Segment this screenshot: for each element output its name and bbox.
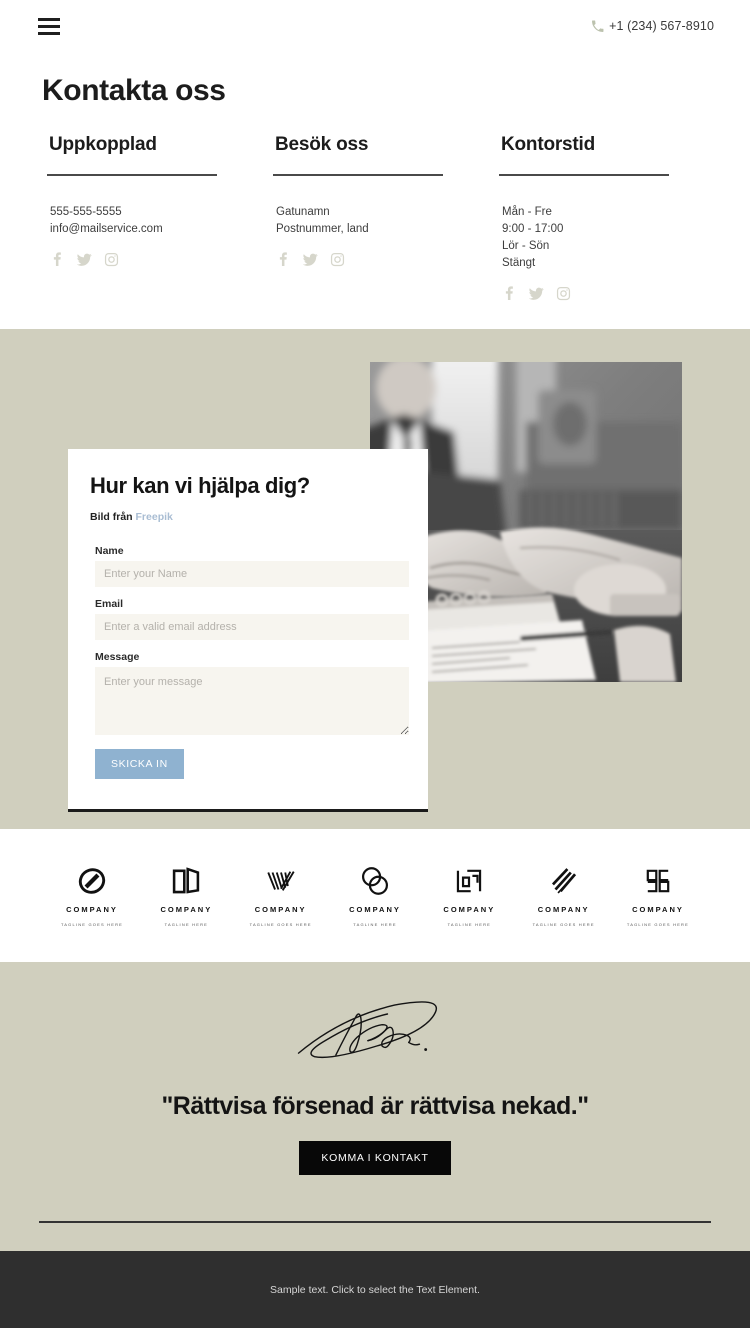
quote-section: "Rättvisa försenad är rättvisa nekad." K… bbox=[0, 962, 750, 1251]
hamburger-bar bbox=[38, 31, 60, 35]
partner-logo-name: COMPANY bbox=[254, 904, 307, 914]
page-title: Kontakta oss bbox=[42, 74, 226, 107]
contact-column-uppkopplad: Uppkopplad 555-555-5555 info@mailservice… bbox=[42, 134, 260, 301]
facebook-icon[interactable] bbox=[502, 286, 517, 301]
partner-logo[interactable]: COMPANY TAGLINE HERE bbox=[339, 864, 411, 928]
blocks-logo-icon bbox=[640, 864, 676, 898]
partner-logo-name: COMPANY bbox=[537, 904, 590, 914]
partner-logo[interactable]: COMPANY TAGLINE GOES HERE bbox=[245, 864, 317, 928]
facebook-icon[interactable] bbox=[50, 252, 65, 267]
column-divider bbox=[499, 174, 669, 176]
twitter-icon[interactable] bbox=[303, 252, 318, 267]
quote-text: "Rättvisa försenad är rättvisa nekad." bbox=[161, 1092, 589, 1120]
image-credit: Bild från Freepik bbox=[90, 511, 406, 523]
social-links bbox=[50, 252, 260, 267]
partner-logo-tagline: TAGLINE HERE bbox=[164, 921, 209, 927]
ring-logo-icon bbox=[74, 864, 110, 898]
contact-cta-button[interactable]: KOMMA I KONTAKT bbox=[299, 1141, 451, 1175]
contact-page: +1 (234) 567-8910 Kontakta oss Uppkoppla… bbox=[0, 0, 750, 1328]
social-links bbox=[502, 286, 712, 301]
partner-logo-tagline: TAGLINE GOES HERE bbox=[532, 921, 595, 927]
partner-logo[interactable]: COMPANY TAGLINE HERE bbox=[433, 864, 505, 928]
contact-column-kontorstid: Kontorstid Mån - Fre 9:00 - 17:00 Lör - … bbox=[494, 134, 712, 301]
email-label: Email bbox=[95, 598, 124, 610]
facebook-icon[interactable] bbox=[276, 252, 291, 267]
twitter-icon[interactable] bbox=[529, 286, 544, 301]
column-title: Besök oss bbox=[275, 134, 369, 155]
instagram-icon[interactable] bbox=[330, 252, 345, 267]
partner-logo[interactable]: COMPANY TAGLINE GOES HERE bbox=[528, 864, 600, 928]
contact-email-text: info@mailservice.com bbox=[50, 223, 163, 235]
email-input[interactable] bbox=[95, 614, 409, 640]
hamburger-bar bbox=[38, 24, 60, 28]
column-lines: 555-555-5555 info@mailservice.com bbox=[50, 204, 260, 238]
slashes-logo-icon bbox=[546, 864, 582, 898]
partner-logo[interactable]: COMPANY TAGLINE GOES HERE bbox=[622, 864, 694, 928]
form-title: Hur kan vi hjälpa dig? bbox=[90, 473, 310, 498]
hours-weekend-label: Lör - Sön bbox=[502, 240, 550, 252]
phone-number: +1 (234) 567-8910 bbox=[609, 19, 714, 33]
partner-logo-name: COMPANY bbox=[160, 904, 213, 914]
hours-weekday-value: 9:00 - 17:00 bbox=[502, 223, 564, 235]
address-postal-text: Postnummer, land bbox=[276, 223, 369, 235]
column-title: Kontorstid bbox=[501, 134, 596, 155]
freepik-link[interactable]: Freepik bbox=[136, 511, 173, 523]
instagram-icon[interactable] bbox=[556, 286, 571, 301]
partner-logo[interactable]: COMPANY TAGLINE GOES HERE bbox=[56, 864, 128, 928]
social-links bbox=[276, 252, 486, 267]
partner-logos-section: COMPANY TAGLINE GOES HERE COMPANY TAGLIN… bbox=[0, 829, 750, 962]
instagram-icon[interactable] bbox=[104, 252, 119, 267]
hours-weekday-label: Mån - Fre bbox=[502, 206, 552, 218]
column-title: Uppkopplad bbox=[49, 134, 157, 155]
contact-form-section: Hur kan vi hjälpa dig? Bild från Freepik… bbox=[0, 329, 750, 829]
column-lines: Gatunamn Postnummer, land bbox=[276, 204, 486, 238]
contact-phone-text: 555-555-5555 bbox=[50, 206, 122, 218]
partner-logo-name: COMPANY bbox=[349, 904, 401, 914]
contact-form-card: Hur kan vi hjälpa dig? Bild från Freepik… bbox=[68, 449, 428, 812]
phone-icon bbox=[591, 20, 604, 33]
partner-logo-name: COMPANY bbox=[66, 904, 118, 914]
phone-link[interactable]: +1 (234) 567-8910 bbox=[591, 19, 714, 33]
squares-logo-icon bbox=[451, 864, 487, 898]
image-credit-prefix: Bild från bbox=[90, 511, 133, 523]
partner-logo-tagline: TAGLINE GOES HERE bbox=[60, 921, 124, 927]
name-input[interactable] bbox=[95, 561, 409, 587]
twitter-icon[interactable] bbox=[77, 252, 92, 267]
hamburger-bar bbox=[38, 17, 60, 21]
footer: Sample text. Click to select the Text El… bbox=[0, 1251, 750, 1328]
signature-icon bbox=[295, 998, 455, 1078]
hours-weekend-value: Stängt bbox=[502, 257, 536, 269]
two-circles-logo-icon bbox=[357, 864, 393, 898]
name-label: Name bbox=[95, 545, 124, 557]
column-divider bbox=[47, 174, 217, 176]
partner-logo-name: COMPANY bbox=[443, 904, 496, 914]
message-textarea[interactable] bbox=[95, 667, 409, 735]
contact-columns: Uppkopplad 555-555-5555 info@mailservice… bbox=[0, 108, 750, 301]
message-label: Message bbox=[95, 651, 140, 663]
column-divider bbox=[273, 174, 443, 176]
address-street-text: Gatunamn bbox=[276, 206, 330, 218]
partner-logo-tagline: TAGLINE GOES HERE bbox=[626, 921, 690, 927]
partner-logo-tagline: TAGLINE GOES HERE bbox=[249, 921, 312, 927]
submit-button[interactable]: SKICKA IN bbox=[95, 749, 184, 779]
top-bar: +1 (234) 567-8910 bbox=[0, 0, 750, 52]
partner-logo-name: COMPANY bbox=[632, 904, 684, 914]
book-logo-icon bbox=[168, 864, 204, 898]
v-lines-logo-icon bbox=[263, 864, 299, 898]
hamburger-menu-icon[interactable] bbox=[38, 17, 60, 35]
partner-logo[interactable]: COMPANY TAGLINE HERE bbox=[150, 864, 222, 928]
column-lines: Mån - Fre 9:00 - 17:00 Lör - Sön Stängt bbox=[502, 204, 712, 272]
partner-logo-tagline: TAGLINE HERE bbox=[447, 921, 492, 927]
footer-sample-text[interactable]: Sample text. Click to select the Text El… bbox=[270, 1284, 480, 1296]
partner-logo-tagline: TAGLINE HERE bbox=[353, 921, 397, 927]
contact-column-besok-oss: Besök oss Gatunamn Postnummer, land bbox=[268, 134, 486, 301]
